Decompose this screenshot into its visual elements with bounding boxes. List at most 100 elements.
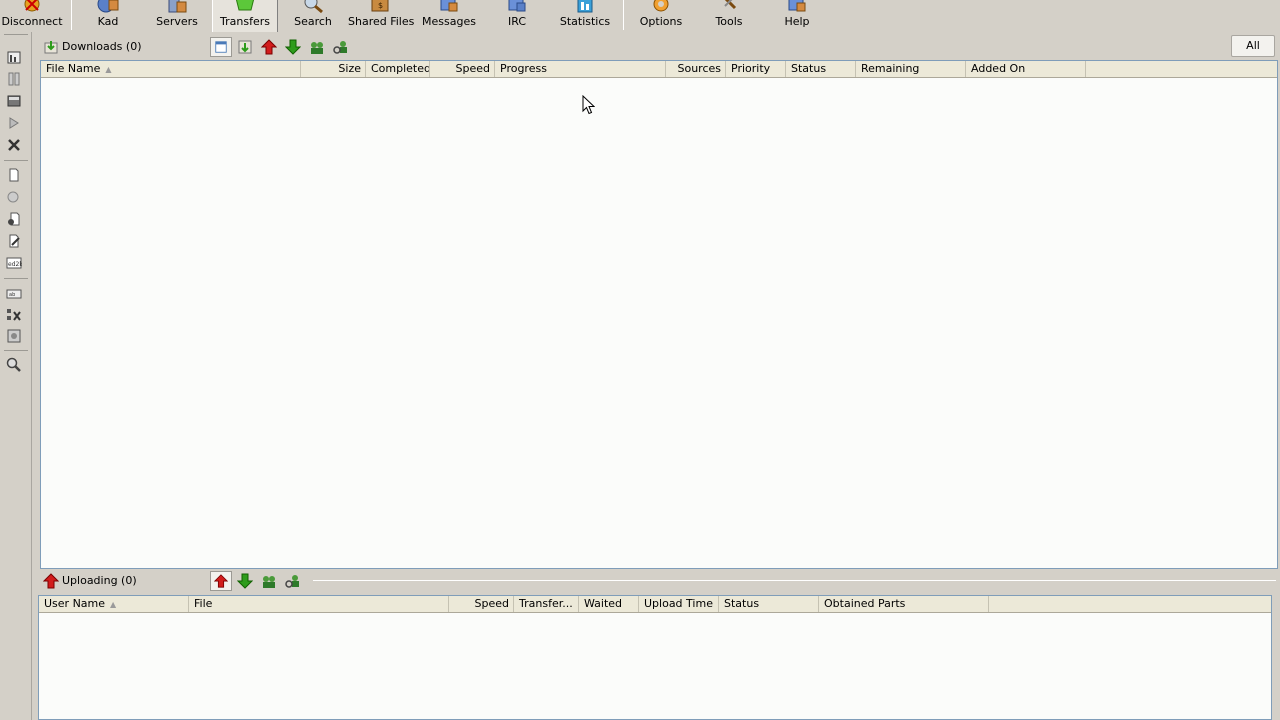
main-toolbar: Disconnect Kad Servers Transfers Search <box>0 0 1280 32</box>
uploads-view-icon[interactable] <box>6 93 22 109</box>
downloads-list[interactable]: File Name ▲ Size Completed Speed Progress… <box>40 60 1278 569</box>
file-details-icon[interactable] <box>6 211 22 227</box>
servers-button[interactable]: Servers <box>148 0 206 32</box>
col-added-on[interactable]: Added On <box>966 61 1086 77</box>
transfer-side-toolbar: ed2k ab <box>0 32 32 720</box>
col-file-name[interactable]: File Name ▲ <box>41 61 301 77</box>
col-obtained-parts[interactable]: Obtained Parts <box>819 596 989 612</box>
col-remaining[interactable]: Remaining <box>856 61 966 77</box>
col-file-name-label: File Name <box>46 62 101 75</box>
find-sources-icon[interactable] <box>6 328 22 344</box>
help-button[interactable]: Help <box>776 0 818 32</box>
col-status[interactable]: Status <box>786 61 856 77</box>
file-icon[interactable] <box>6 167 22 183</box>
help-icon <box>788 0 806 12</box>
kad-button[interactable]: Kad <box>82 0 134 32</box>
kad-icon <box>97 0 119 13</box>
toolbar-separator <box>623 0 624 30</box>
options-label: Options <box>639 15 683 28</box>
col-transferred[interactable]: Transfer... <box>514 596 579 612</box>
queue-view-icon[interactable] <box>6 115 22 131</box>
svg-text:$: $ <box>378 1 383 10</box>
comments-icon[interactable] <box>6 233 22 249</box>
shared-files-icon: $ <box>371 0 389 12</box>
servers-label: Servers <box>156 15 198 28</box>
magnifier-icon[interactable] <box>6 357 22 373</box>
svg-text:ed2k: ed2k <box>8 261 22 268</box>
priority-up-icon[interactable] <box>261 39 277 55</box>
search-icon <box>304 0 323 14</box>
col-user-name-label: User Name <box>44 597 106 610</box>
clients-icon[interactable] <box>6 189 22 205</box>
search-button[interactable]: Search <box>286 0 340 32</box>
downloads-view-icon[interactable] <box>6 71 22 87</box>
known-clients-icon[interactable] <box>285 573 301 589</box>
list-view-toggle[interactable] <box>210 37 232 57</box>
uploads-view-toggle[interactable] <box>210 571 232 591</box>
tools-label: Tools <box>715 15 743 28</box>
col-waited[interactable]: Waited <box>579 596 639 612</box>
transfers-label: Transfers <box>220 15 270 28</box>
friends-icon[interactable] <box>333 39 349 55</box>
uploading-icon <box>43 573 59 589</box>
col-user-name[interactable]: User Name ▲ <box>39 596 189 612</box>
options-button[interactable]: Options <box>636 0 686 32</box>
col-progress[interactable]: Progress <box>495 61 666 77</box>
side-toolbar-separator <box>4 34 28 35</box>
uploads-list[interactable]: User Name ▲ File Speed Transfer... Waited… <box>38 595 1272 720</box>
transfers-icon <box>235 0 255 11</box>
col-file[interactable]: File <box>189 596 449 612</box>
disconnect-button[interactable]: Disconnect <box>0 0 64 32</box>
statistics-icon <box>577 0 593 13</box>
split-view-icon[interactable] <box>6 49 22 65</box>
filter-all-button[interactable]: All <box>1231 35 1275 57</box>
col-speed[interactable]: Speed <box>430 61 495 77</box>
shared-files-label: Shared Files <box>348 15 415 28</box>
col-upload-status[interactable]: Status <box>719 596 819 612</box>
col-upload-time[interactable]: Upload Time <box>639 596 719 612</box>
col-sources[interactable]: Sources <box>666 61 726 77</box>
messages-icon <box>440 0 458 12</box>
messages-label: Messages <box>422 15 476 28</box>
download-arrow-icon[interactable] <box>237 573 253 589</box>
side-toolbar-separator <box>4 160 28 161</box>
categories-icon[interactable]: ab <box>6 286 22 302</box>
ed2k-link-icon[interactable]: ed2k <box>6 255 22 271</box>
messages-button[interactable]: Messages <box>420 0 478 32</box>
uploads-divider <box>313 580 1276 581</box>
kad-label: Kad <box>97 15 119 28</box>
sort-ascending-icon: ▲ <box>110 600 117 609</box>
cancel-icon[interactable] <box>6 137 22 153</box>
col-priority[interactable]: Priority <box>726 61 786 77</box>
list-view-icon <box>215 41 227 53</box>
irc-icon <box>508 0 526 12</box>
priority-down-icon[interactable] <box>285 39 301 55</box>
svg-text:ab: ab <box>9 292 15 298</box>
irc-label: IRC <box>507 15 527 28</box>
toolbar-separator <box>71 0 72 30</box>
downloads-list-header: File Name ▲ Size Completed Speed Progress… <box>41 61 1277 78</box>
disconnect-label: Disconnect <box>1 15 63 28</box>
downloads-icon <box>44 41 58 54</box>
statistics-button[interactable]: Statistics <box>558 0 612 32</box>
clear-completed-icon[interactable] <box>6 307 22 323</box>
col-size[interactable]: Size <box>301 61 366 77</box>
transfers-button[interactable]: Transfers <box>212 0 278 32</box>
disconnect-icon <box>24 0 40 12</box>
col-completed[interactable]: Completed <box>366 61 430 77</box>
upload-queue-icon[interactable] <box>261 573 277 589</box>
help-label: Help <box>784 15 810 28</box>
statistics-label: Statistics <box>559 15 611 28</box>
side-toolbar-separator <box>4 278 28 279</box>
clients-group-icon[interactable] <box>309 39 325 55</box>
move-down-list-icon[interactable] <box>237 39 253 55</box>
sort-ascending-icon: ▲ <box>105 65 112 74</box>
mouse-cursor-icon <box>582 95 595 115</box>
uploading-title: Uploading (0) <box>62 574 137 587</box>
options-icon <box>653 0 669 12</box>
col-upload-speed[interactable]: Speed <box>449 596 514 612</box>
shared-files-button[interactable]: $ Shared Files <box>348 0 415 32</box>
tools-button[interactable]: Tools <box>706 0 752 32</box>
irc-button[interactable]: IRC <box>496 0 538 32</box>
servers-icon <box>168 0 187 13</box>
